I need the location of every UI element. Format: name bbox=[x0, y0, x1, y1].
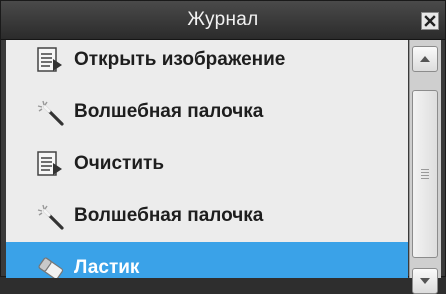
document-icon bbox=[30, 40, 70, 80]
eraser-icon bbox=[30, 248, 70, 278]
chevron-down-icon bbox=[420, 278, 430, 284]
history-item-label: Ластик bbox=[74, 257, 140, 278]
grip-icon bbox=[421, 169, 429, 179]
scroll-down-button[interactable] bbox=[412, 268, 438, 294]
chevron-up-icon bbox=[420, 56, 430, 62]
history-item-label: Открыть изображение bbox=[74, 49, 286, 70]
history-item-magic-wand[interactable]: Волшебная палочка bbox=[6, 86, 408, 138]
window-title: Журнал bbox=[187, 9, 259, 30]
history-panel: Журнал Открыть изображение Волшебная пал… bbox=[0, 0, 446, 294]
title-bar[interactable]: Журнал bbox=[1, 1, 445, 40]
history-item-label: Очистить bbox=[74, 153, 165, 174]
document-icon bbox=[30, 144, 70, 184]
history-item-label: Волшебная палочка bbox=[74, 205, 264, 226]
magic-wand-icon bbox=[30, 196, 70, 236]
close-icon bbox=[424, 15, 436, 27]
magic-wand-icon bbox=[30, 92, 70, 132]
history-list[interactable]: Открыть изображение Волшебная палочка Оч… bbox=[6, 40, 408, 278]
scroll-thumb[interactable] bbox=[412, 90, 438, 258]
history-item-open-image[interactable]: Открыть изображение bbox=[6, 40, 408, 86]
history-item-magic-wand[interactable]: Волшебная палочка bbox=[6, 190, 408, 242]
scroll-up-button[interactable] bbox=[412, 46, 438, 72]
history-item-clear[interactable]: Очистить bbox=[6, 138, 408, 190]
vertical-scrollbar[interactable] bbox=[409, 40, 441, 294]
history-item-eraser[interactable]: Ластик bbox=[6, 242, 408, 278]
close-button[interactable] bbox=[421, 12, 439, 30]
history-item-label: Волшебная палочка bbox=[74, 101, 264, 122]
